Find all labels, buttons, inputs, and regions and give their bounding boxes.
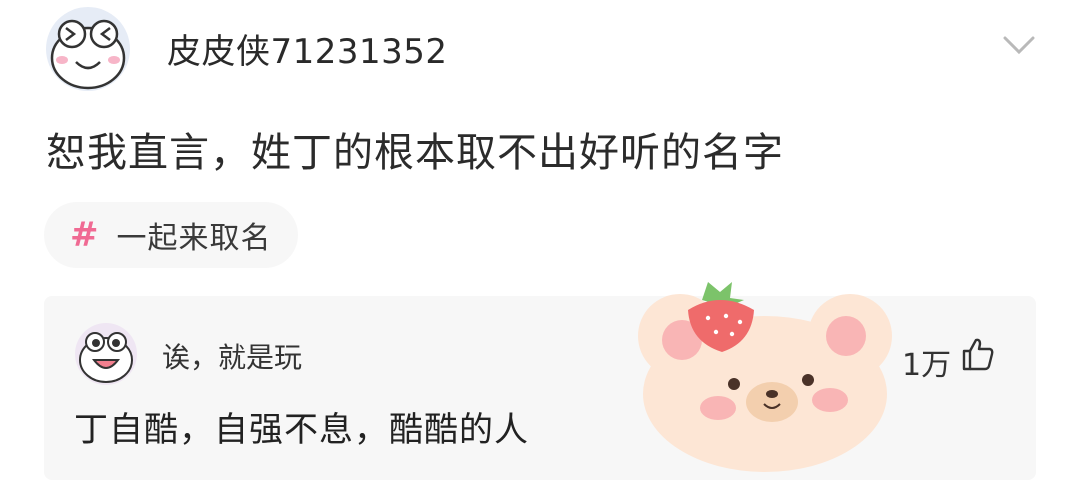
comment-text: 丁自酷，自强不息，酷酷的人 (74, 410, 529, 450)
post-title: 恕我直言，姓丁的根本取不出好听的名字 (46, 130, 784, 176)
username[interactable]: 皮皮侠71231352 (167, 24, 448, 73)
like-count[interactable]: 1万 (902, 340, 951, 384)
hash-icon: # (70, 215, 99, 255)
chevron-down-icon[interactable] (1002, 34, 1036, 56)
thumbs-up-icon[interactable] (960, 336, 996, 372)
topic-tag[interactable]: # 一起来取名 (44, 202, 298, 268)
comment-author[interactable]: 诶，就是玩 (162, 336, 302, 376)
topic-label: 一起来取名 (116, 221, 272, 256)
comment-avatar[interactable] (74, 322, 138, 386)
bear-strawberry-sticker (638, 282, 892, 472)
user-avatar[interactable] (44, 6, 132, 92)
